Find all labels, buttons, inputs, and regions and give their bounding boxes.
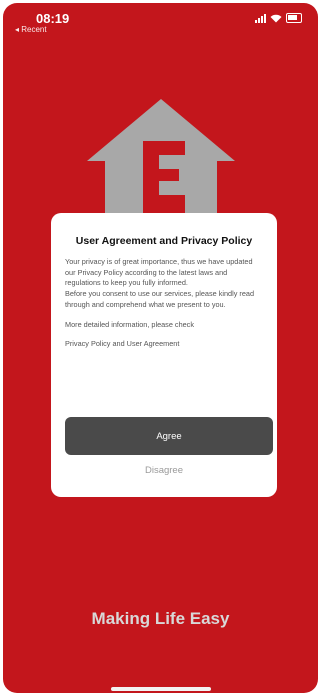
- agree-button[interactable]: Agree: [65, 417, 273, 455]
- status-bar: 08:19 ◂ Recent: [3, 3, 318, 37]
- home-indicator[interactable]: [111, 687, 211, 691]
- and-text: and: [112, 339, 125, 349]
- dialog-paragraph-3: More detailed information, please check: [65, 319, 194, 329]
- tagline: Making Life Easy: [91, 609, 230, 628]
- dialog-body: Your privacy is of great importance, thu…: [65, 257, 263, 350]
- back-to-app-link[interactable]: ◂ Recent: [15, 25, 47, 34]
- wifi-icon: [270, 14, 282, 22]
- disagree-button[interactable]: Disagree: [51, 465, 277, 476]
- privacy-policy-link[interactable]: Privacy Policy: [65, 339, 110, 348]
- user-agreement-link[interactable]: User Agreement: [127, 339, 180, 348]
- privacy-dialog: User Agreement and Privacy Policy Your p…: [51, 213, 277, 497]
- dialog-paragraph-1: Your privacy is of great importance, thu…: [65, 257, 253, 288]
- status-time: 08:19: [36, 11, 70, 26]
- status-icons: [255, 13, 302, 23]
- dialog-paragraph-2: Before you consent to use our services, …: [65, 289, 255, 309]
- dialog-title: User Agreement and Privacy Policy: [75, 235, 253, 247]
- cellular-signal-icon: [255, 13, 266, 23]
- policy-links: Privacy Policy and User Agreement: [65, 339, 263, 350]
- house-e-logo-icon: [87, 99, 235, 219]
- app-screen: 08:19 ◂ Recent User Agreement and Privac…: [3, 3, 318, 693]
- battery-icon: [286, 13, 302, 23]
